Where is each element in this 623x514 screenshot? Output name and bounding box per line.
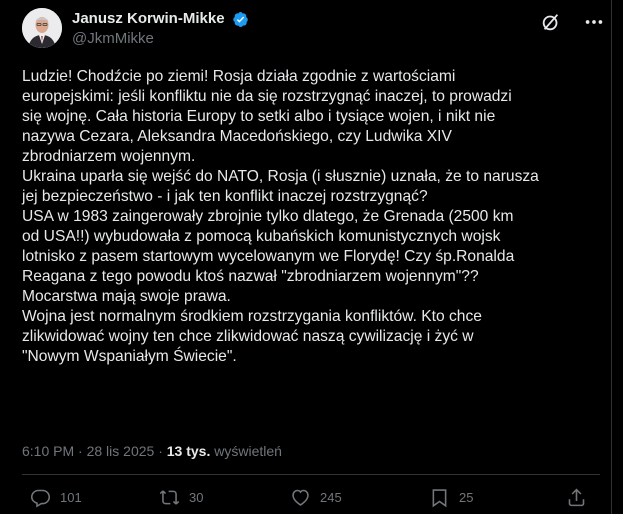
views-label: wyświetleń: [210, 443, 282, 459]
divider: [22, 474, 600, 475]
repost-icon: [159, 489, 180, 505]
reply-icon: [30, 489, 51, 508]
tweet-meta: 6:10 PM · 28 lis 2025 · 13 tys. wyświetl…: [22, 441, 282, 461]
tweet-card: Janusz Korwin-Mikke @JkmMikke Ludzie! Ch…: [0, 0, 611, 514]
avatar-portrait-icon: [22, 8, 62, 48]
display-name[interactable]: Janusz Korwin-Mikke: [72, 9, 225, 29]
avatar[interactable]: [22, 8, 62, 48]
share-button[interactable]: [566, 486, 587, 508]
action-bar: 101 30 245 25: [22, 486, 600, 514]
like-count: 245: [320, 489, 342, 505]
reply-button[interactable]: 101: [30, 486, 82, 508]
repost-count: 30: [189, 489, 204, 505]
column-border: [611, 0, 612, 514]
repost-button[interactable]: 30: [159, 486, 203, 508]
tweet-time[interactable]: 6:10 PM: [22, 443, 74, 459]
like-button[interactable]: 245: [290, 486, 342, 508]
bookmark-count: 25: [459, 489, 474, 505]
bookmark-icon: [432, 488, 447, 507]
tweet-text: Ludzie! Chodźcie po ziemi! Rosja działa …: [22, 68, 539, 365]
more-icon[interactable]: [582, 11, 606, 33]
grok-icon[interactable]: [540, 11, 562, 33]
views-count: 13 tys.: [166, 443, 211, 459]
tweet-header: Janusz Korwin-Mikke @JkmMikke: [22, 8, 603, 52]
reply-count: 101: [60, 489, 82, 505]
bookmark-button[interactable]: 25: [429, 486, 473, 508]
share-icon: [568, 488, 585, 506]
like-icon: [292, 489, 309, 506]
meta-dot-2: ·: [154, 443, 167, 459]
meta-dot: ·: [74, 443, 87, 459]
verified-badge-icon: [233, 11, 248, 27]
handle[interactable]: @JkmMikke: [72, 29, 249, 49]
author-names: Janusz Korwin-Mikke @JkmMikke: [72, 9, 249, 49]
tweet-date[interactable]: 28 lis 2025: [87, 443, 155, 459]
